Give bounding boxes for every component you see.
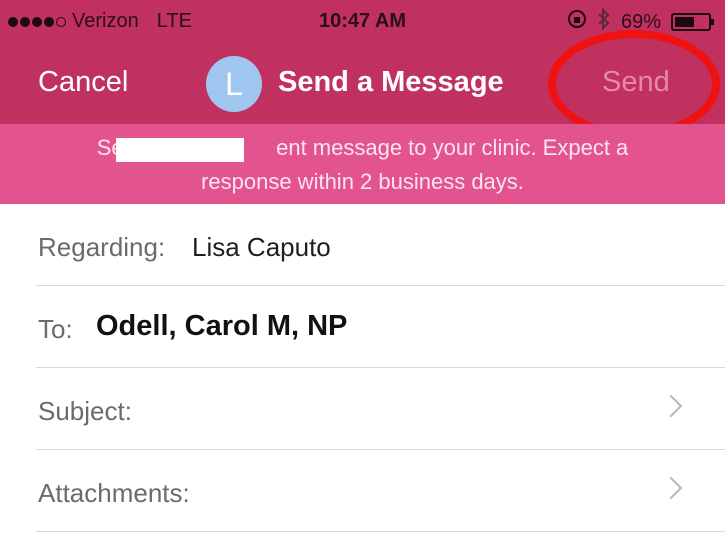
regarding-row: Regarding: Lisa Caputo bbox=[36, 204, 725, 286]
regarding-label: Regarding: bbox=[38, 232, 166, 262]
battery-icon bbox=[671, 13, 714, 31]
subject-row[interactable]: Subject: bbox=[36, 368, 725, 450]
status-right: 69% bbox=[567, 7, 714, 36]
nav-bar: Cancel L Send a Message Send bbox=[0, 44, 725, 124]
rotation-lock-icon bbox=[567, 9, 587, 35]
banner-line-1: Sendent message to your clinic. Expect a bbox=[0, 132, 725, 164]
info-banner: Sendent message to your clinic. Expect a… bbox=[0, 124, 725, 204]
subject-label: Subject: bbox=[38, 396, 132, 426]
redaction-box bbox=[116, 138, 244, 162]
chevron-right-icon bbox=[659, 476, 683, 500]
regarding-value: Lisa Caputo bbox=[192, 232, 331, 262]
send-button[interactable]: Send bbox=[602, 66, 670, 99]
to-row[interactable]: To: Odell, Carol M, NP bbox=[36, 286, 725, 368]
attachments-label: Attachments: bbox=[38, 478, 190, 508]
avatar: L bbox=[206, 56, 262, 112]
attachments-row[interactable]: Attachments: bbox=[36, 450, 725, 532]
bluetooth-icon bbox=[597, 7, 611, 36]
to-recipient[interactable]: Odell, Carol M, NP bbox=[96, 310, 347, 343]
page-title: Send a Message bbox=[278, 66, 504, 98]
chevron-right-icon bbox=[659, 394, 683, 418]
banner-text-end: ent message to your clinic. Expect a bbox=[276, 135, 629, 160]
to-label: To: bbox=[38, 314, 73, 344]
cancel-button[interactable]: Cancel bbox=[38, 66, 128, 99]
battery-percent: 69% bbox=[620, 10, 661, 33]
battery-fill bbox=[675, 17, 695, 27]
status-bar: Verizon LTE 10:47 AM 69% bbox=[0, 0, 725, 44]
banner-line-2: response within 2 business days. bbox=[201, 169, 524, 194]
